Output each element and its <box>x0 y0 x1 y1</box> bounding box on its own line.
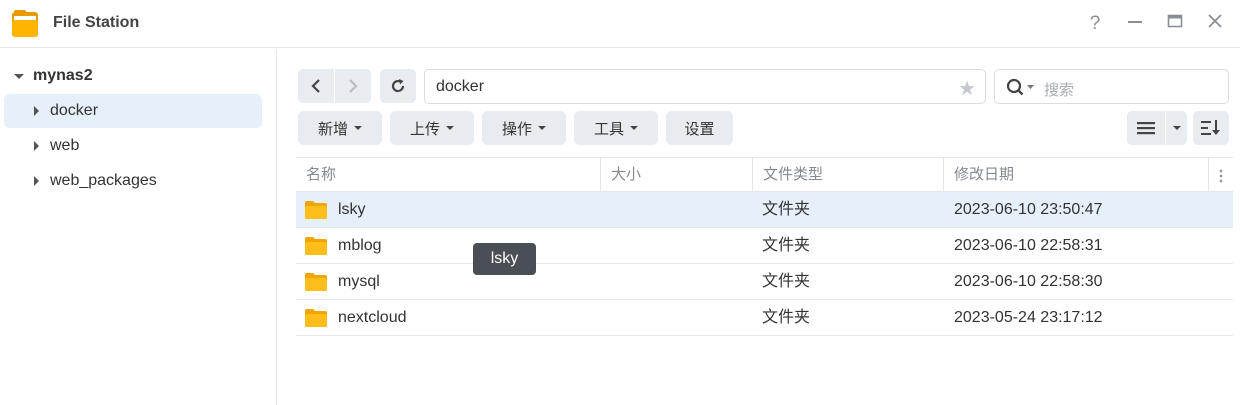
refresh-button[interactable] <box>380 69 416 103</box>
upload-button[interactable]: 上传 <box>390 111 474 145</box>
row-name: nextcloud <box>338 309 407 326</box>
caret-down-icon <box>538 126 546 130</box>
folder-icon <box>305 201 327 219</box>
row-type: 文件夹 <box>762 309 811 326</box>
collapse-icon[interactable] <box>34 176 39 186</box>
action-label: 操作 <box>501 120 532 138</box>
tree-item-web-packages[interactable]: web_packages <box>4 164 262 198</box>
tools-label: 工具 <box>593 120 624 138</box>
tree-root-mynas2[interactable]: mynas2 <box>14 65 93 87</box>
search-placeholder: 搜索 <box>1044 82 1075 99</box>
row-name: lsky <box>338 201 366 218</box>
path-input[interactable]: docker ★ <box>424 69 986 104</box>
caret-down-icon <box>1172 126 1181 130</box>
minimize-button[interactable] <box>1123 12 1147 36</box>
row-name: mblog <box>338 237 382 254</box>
settings-label: 设置 <box>684 120 715 138</box>
file-station-icon <box>12 10 38 37</box>
folder-icon <box>305 237 327 255</box>
row-modified: 2023-06-10 22:58:31 <box>954 237 1103 254</box>
upload-label: 上传 <box>409 120 440 138</box>
view-mode-dropdown[interactable] <box>1166 111 1187 145</box>
row-type: 文件夹 <box>762 273 811 290</box>
expand-icon <box>14 73 24 79</box>
table-row[interactable]: nextcloud 文件夹 2023-05-24 23:17:12 <box>296 300 1233 336</box>
row-modified: 2023-05-24 23:17:12 <box>954 309 1103 326</box>
column-options-icon[interactable] <box>1218 168 1224 184</box>
folder-icon <box>305 309 327 327</box>
table-row[interactable]: lsky 文件夹 2023-06-10 23:50:47 <box>296 192 1233 228</box>
caret-down-icon <box>446 126 454 130</box>
folder-icon <box>305 273 327 291</box>
tree-item-label: docker <box>50 102 99 119</box>
list-view-icon <box>1137 122 1155 135</box>
list-view-button[interactable] <box>1127 111 1165 145</box>
search-input[interactable]: 搜索 <box>994 69 1229 104</box>
minimize-icon <box>1128 21 1142 23</box>
tree-item-label: web <box>50 137 80 154</box>
create-label: 新增 <box>317 120 348 138</box>
column-header-name[interactable]: 名称 <box>296 158 600 192</box>
tree-item-docker[interactable]: docker <box>4 94 262 128</box>
tree-item-web[interactable]: web <box>4 129 262 163</box>
tree-root-label: mynas2 <box>33 67 93 84</box>
sort-button[interactable] <box>1193 111 1229 145</box>
back-button[interactable] <box>298 69 334 103</box>
star-icon[interactable]: ★ <box>958 76 976 101</box>
maximize-button[interactable] <box>1163 12 1187 36</box>
row-type: 文件夹 <box>762 201 811 218</box>
chevron-right-icon <box>349 79 358 93</box>
chevron-left-icon <box>311 79 320 93</box>
caret-down-icon <box>354 126 362 130</box>
close-icon <box>1208 14 1222 28</box>
table-row[interactable]: mysql 文件夹 2023-06-10 22:58:30 <box>296 264 1233 300</box>
row-modified: 2023-06-10 22:58:30 <box>954 273 1103 290</box>
path-text: docker <box>436 78 485 95</box>
column-header-modified[interactable]: 修改日期 <box>944 158 1208 192</box>
tree-item-label: web_packages <box>50 172 157 189</box>
sort-icon <box>1201 120 1220 135</box>
help-button[interactable]: ? <box>1083 12 1107 36</box>
close-button[interactable] <box>1203 12 1227 36</box>
table-header: 名称 大小 文件类型 修改日期 <box>296 157 1233 192</box>
column-divider[interactable] <box>1208 158 1209 192</box>
app-title: File Station <box>53 14 140 31</box>
column-header-type[interactable]: 文件类型 <box>753 158 943 192</box>
sidebar: mynas2 docker web web_packages <box>0 49 277 405</box>
row-modified: 2023-06-10 23:50:47 <box>954 201 1103 218</box>
table-row[interactable]: mblog 文件夹 2023-06-10 22:58:31 <box>296 228 1233 264</box>
caret-down-icon <box>630 126 638 130</box>
tools-button[interactable]: 工具 <box>574 111 658 145</box>
forward-button[interactable] <box>335 69 371 103</box>
maximize-icon <box>1167 14 1183 28</box>
title-bar: File Station ? <box>0 0 1240 48</box>
tooltip: lsky <box>473 243 536 275</box>
refresh-icon <box>391 79 405 93</box>
settings-button[interactable]: 设置 <box>666 111 733 145</box>
row-type: 文件夹 <box>762 237 811 254</box>
search-icon[interactable] <box>1006 78 1036 96</box>
row-name: mysql <box>338 273 380 290</box>
action-button[interactable]: 操作 <box>482 111 566 145</box>
column-header-size[interactable]: 大小 <box>601 158 752 192</box>
collapse-icon[interactable] <box>34 141 39 151</box>
create-button[interactable]: 新增 <box>298 111 382 145</box>
collapse-icon[interactable] <box>34 106 39 116</box>
